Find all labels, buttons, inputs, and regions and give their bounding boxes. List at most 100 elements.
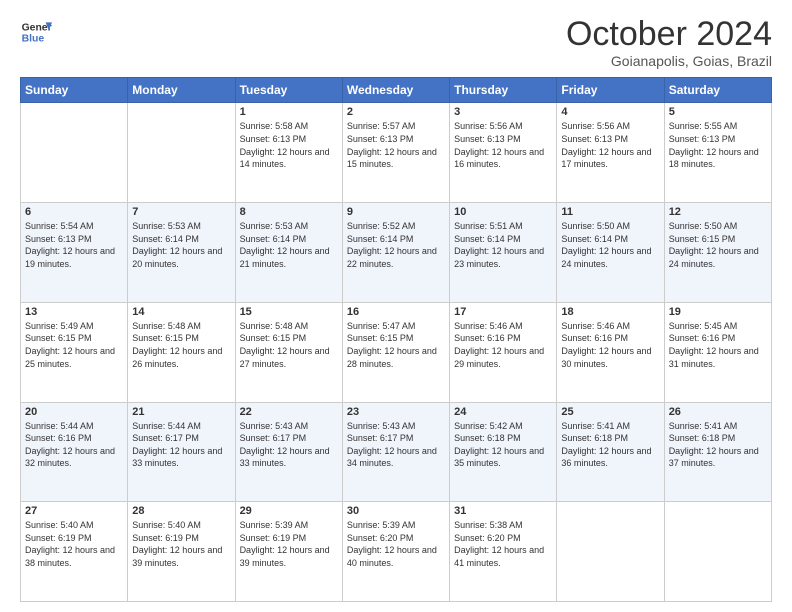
day-number: 23: [347, 406, 445, 418]
day-cell: 18 Sunrise: 5:46 AM Sunset: 6:16 PM Dayli…: [557, 302, 664, 402]
day-cell: 6 Sunrise: 5:54 AM Sunset: 6:13 PM Daylig…: [21, 203, 128, 303]
day-info: Sunrise: 5:44 AM Sunset: 6:17 PM Dayligh…: [132, 420, 230, 470]
day-info: Sunrise: 5:56 AM Sunset: 6:13 PM Dayligh…: [454, 120, 552, 170]
day-info: Sunrise: 5:50 AM Sunset: 6:14 PM Dayligh…: [561, 220, 659, 270]
day-cell: 30Sunrise: 5:39 AM Sunset: 6:20 PM Dayli…: [342, 502, 449, 602]
day-cell: 23 Sunrise: 5:43 AM Sunset: 6:17 PM Dayli…: [342, 402, 449, 502]
day-number: 1: [240, 106, 338, 118]
day-number: 26: [669, 406, 767, 418]
day-number: 17: [454, 306, 552, 318]
col-sunday: Sunday: [21, 78, 128, 103]
month-title: October 2024: [566, 16, 772, 53]
day-info: Sunrise: 5:43 AM Sunset: 6:17 PM Dayligh…: [347, 420, 445, 470]
week-row-1: 1 Sunrise: 5:58 AM Sunset: 6:13 PM Daylig…: [21, 103, 772, 203]
day-number: 24: [454, 406, 552, 418]
day-number: 22: [240, 406, 338, 418]
day-number: 8: [240, 206, 338, 218]
day-info: Sunrise: 5:38 AM Sunset: 6:20 PM Dayligh…: [454, 519, 552, 569]
day-number: 4: [561, 106, 659, 118]
day-number: 13: [25, 306, 123, 318]
day-cell: [128, 103, 235, 203]
day-cell: 17Sunrise: 5:46 AM Sunset: 6:16 PM Dayli…: [450, 302, 557, 402]
day-cell: 21Sunrise: 5:44 AM Sunset: 6:17 PM Dayli…: [128, 402, 235, 502]
day-number: 12: [669, 206, 767, 218]
week-row-3: 13Sunrise: 5:49 AM Sunset: 6:15 PM Dayli…: [21, 302, 772, 402]
day-cell: 31 Sunrise: 5:38 AM Sunset: 6:20 PM Dayli…: [450, 502, 557, 602]
day-cell: [21, 103, 128, 203]
page: General Blue October 2024 Goianapolis, G…: [0, 0, 792, 612]
day-info: Sunrise: 5:45 AM Sunset: 6:16 PM Dayligh…: [669, 320, 767, 370]
day-info: Sunrise: 5:53 AM Sunset: 6:14 PM Dayligh…: [240, 220, 338, 270]
svg-text:Blue: Blue: [22, 34, 45, 45]
day-number: 14: [132, 306, 230, 318]
day-number: 20: [25, 406, 123, 418]
day-cell: 9 Sunrise: 5:52 AM Sunset: 6:14 PM Daylig…: [342, 203, 449, 303]
col-thursday: Thursday: [450, 78, 557, 103]
day-info: Sunrise: 5:43 AM Sunset: 6:17 PM Dayligh…: [240, 420, 338, 470]
day-info: Sunrise: 5:58 AM Sunset: 6:13 PM Dayligh…: [240, 120, 338, 170]
title-block: October 2024 Goianapolis, Goias, Brazil: [566, 16, 772, 69]
day-cell: 8 Sunrise: 5:53 AM Sunset: 6:14 PM Daylig…: [235, 203, 342, 303]
day-number: 6: [25, 206, 123, 218]
week-row-4: 20 Sunrise: 5:44 AM Sunset: 6:16 PM Dayli…: [21, 402, 772, 502]
day-number: 28: [132, 505, 230, 517]
week-row-5: 27 Sunrise: 5:40 AM Sunset: 6:19 PM Dayli…: [21, 502, 772, 602]
day-number: 18: [561, 306, 659, 318]
day-info: Sunrise: 5:44 AM Sunset: 6:16 PM Dayligh…: [25, 420, 123, 470]
day-info: Sunrise: 5:57 AM Sunset: 6:13 PM Dayligh…: [347, 120, 445, 170]
day-cell: 1 Sunrise: 5:58 AM Sunset: 6:13 PM Daylig…: [235, 103, 342, 203]
day-info: Sunrise: 5:40 AM Sunset: 6:19 PM Dayligh…: [25, 519, 123, 569]
day-cell: 28 Sunrise: 5:40 AM Sunset: 6:19 PM Dayli…: [128, 502, 235, 602]
day-cell: 19 Sunrise: 5:45 AM Sunset: 6:16 PM Dayli…: [664, 302, 771, 402]
day-number: 9: [347, 206, 445, 218]
day-info: Sunrise: 5:55 AM Sunset: 6:13 PM Dayligh…: [669, 120, 767, 170]
day-number: 19: [669, 306, 767, 318]
day-info: Sunrise: 5:42 AM Sunset: 6:18 PM Dayligh…: [454, 420, 552, 470]
day-cell: 10 Sunrise: 5:51 AM Sunset: 6:14 PM Dayli…: [450, 203, 557, 303]
day-cell: 2Sunrise: 5:57 AM Sunset: 6:13 PM Daylig…: [342, 103, 449, 203]
logo: General Blue: [20, 16, 52, 48]
day-cell: [664, 502, 771, 602]
header: General Blue October 2024 Goianapolis, G…: [20, 16, 772, 69]
day-cell: 11 Sunrise: 5:50 AM Sunset: 6:14 PM Dayli…: [557, 203, 664, 303]
col-saturday: Saturday: [664, 78, 771, 103]
day-info: Sunrise: 5:40 AM Sunset: 6:19 PM Dayligh…: [132, 519, 230, 569]
day-number: 25: [561, 406, 659, 418]
day-cell: 24 Sunrise: 5:42 AM Sunset: 6:18 PM Dayli…: [450, 402, 557, 502]
day-cell: 20 Sunrise: 5:44 AM Sunset: 6:16 PM Dayli…: [21, 402, 128, 502]
col-monday: Monday: [128, 78, 235, 103]
day-cell: 13Sunrise: 5:49 AM Sunset: 6:15 PM Dayli…: [21, 302, 128, 402]
day-cell: 5 Sunrise: 5:55 AM Sunset: 6:13 PM Daylig…: [664, 103, 771, 203]
day-number: 29: [240, 505, 338, 517]
day-info: Sunrise: 5:56 AM Sunset: 6:13 PM Dayligh…: [561, 120, 659, 170]
day-number: 27: [25, 505, 123, 517]
day-info: Sunrise: 5:51 AM Sunset: 6:14 PM Dayligh…: [454, 220, 552, 270]
week-row-2: 6 Sunrise: 5:54 AM Sunset: 6:13 PM Daylig…: [21, 203, 772, 303]
day-number: 30: [347, 505, 445, 517]
col-wednesday: Wednesday: [342, 78, 449, 103]
day-cell: 12 Sunrise: 5:50 AM Sunset: 6:15 PM Dayli…: [664, 203, 771, 303]
day-info: Sunrise: 5:52 AM Sunset: 6:14 PM Dayligh…: [347, 220, 445, 270]
day-number: 5: [669, 106, 767, 118]
day-cell: 25Sunrise: 5:41 AM Sunset: 6:18 PM Dayli…: [557, 402, 664, 502]
day-cell: 14Sunrise: 5:48 AM Sunset: 6:15 PM Dayli…: [128, 302, 235, 402]
day-cell: 4 Sunrise: 5:56 AM Sunset: 6:13 PM Daylig…: [557, 103, 664, 203]
calendar-table: Sunday Monday Tuesday Wednesday Thursday…: [20, 77, 772, 602]
day-info: Sunrise: 5:50 AM Sunset: 6:15 PM Dayligh…: [669, 220, 767, 270]
day-cell: 3 Sunrise: 5:56 AM Sunset: 6:13 PM Daylig…: [450, 103, 557, 203]
day-cell: [557, 502, 664, 602]
day-info: Sunrise: 5:47 AM Sunset: 6:15 PM Dayligh…: [347, 320, 445, 370]
day-info: Sunrise: 5:46 AM Sunset: 6:16 PM Dayligh…: [561, 320, 659, 370]
day-cell: 22 Sunrise: 5:43 AM Sunset: 6:17 PM Dayli…: [235, 402, 342, 502]
logo-icon: General Blue: [20, 16, 52, 48]
day-number: 10: [454, 206, 552, 218]
day-info: Sunrise: 5:48 AM Sunset: 6:15 PM Dayligh…: [240, 320, 338, 370]
col-tuesday: Tuesday: [235, 78, 342, 103]
day-number: 11: [561, 206, 659, 218]
day-info: Sunrise: 5:54 AM Sunset: 6:13 PM Dayligh…: [25, 220, 123, 270]
day-number: 31: [454, 505, 552, 517]
day-cell: 16Sunrise: 5:47 AM Sunset: 6:15 PM Dayli…: [342, 302, 449, 402]
day-info: Sunrise: 5:41 AM Sunset: 6:18 PM Dayligh…: [669, 420, 767, 470]
location: Goianapolis, Goias, Brazil: [566, 53, 772, 69]
day-number: 3: [454, 106, 552, 118]
